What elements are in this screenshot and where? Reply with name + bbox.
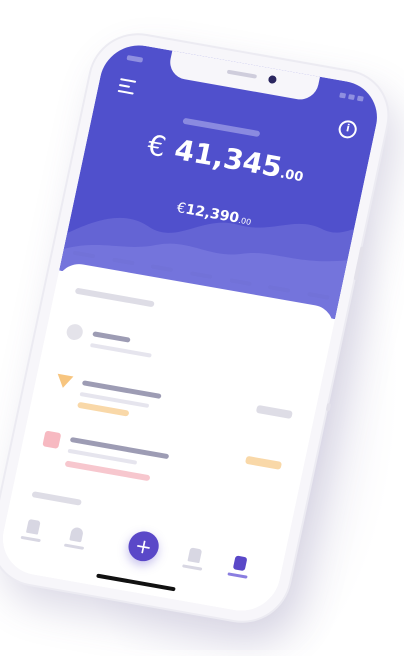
transaction-avatar [65, 322, 85, 342]
transaction-title-placeholder [69, 436, 170, 460]
transaction-tag-placeholder [64, 460, 151, 482]
currency-symbol: € [144, 128, 169, 164]
status-time [126, 54, 144, 63]
info-icon[interactable]: i [336, 118, 359, 140]
plus-icon: + [132, 533, 155, 560]
transaction-tag-placeholder [77, 401, 130, 417]
tab-label-placeholder [20, 535, 41, 543]
category-square-icon [42, 430, 62, 449]
transaction-amount-placeholder [244, 455, 283, 470]
wallet-icon [187, 547, 203, 564]
tab-label-placeholder [182, 564, 203, 571]
balance-label-placeholder [182, 117, 261, 138]
add-button[interactable]: + [125, 528, 162, 564]
secondary-balance-decimals: .00 [237, 215, 253, 227]
hamburger-menu-icon[interactable] [117, 78, 137, 95]
battery-icon [356, 95, 364, 102]
camera-icon [267, 74, 278, 85]
wifi-icon [348, 94, 355, 101]
status-icons [339, 92, 364, 102]
home-icon [25, 518, 41, 535]
tab-active-indicator [227, 572, 248, 579]
transaction-subtitle-placeholder [89, 342, 152, 358]
speaker-grille [226, 69, 258, 79]
bell-icon [69, 526, 85, 543]
transaction-amount-placeholder [255, 404, 293, 419]
signal-icon [339, 92, 347, 99]
tab-label-placeholder [63, 543, 85, 550]
main-balance-decimals: .00 [278, 166, 305, 186]
transaction-title-placeholder [92, 331, 131, 343]
warning-triangle-icon [54, 373, 74, 390]
section-heading-placeholder [74, 287, 155, 308]
profile-icon [232, 555, 248, 572]
